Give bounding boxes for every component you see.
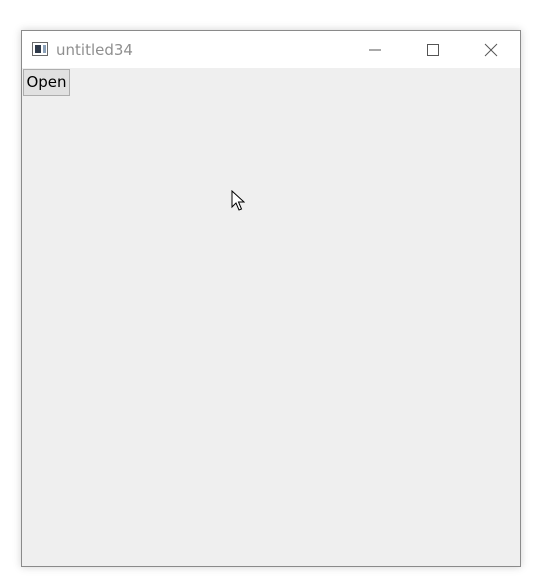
window-content: Open	[22, 68, 520, 566]
close-button[interactable]	[462, 31, 520, 68]
minimize-icon	[369, 49, 381, 50]
close-icon	[484, 43, 498, 56]
app-icon[interactable]	[32, 42, 48, 56]
window-title: untitled34	[56, 41, 133, 59]
mouse-cursor-icon	[231, 190, 245, 211]
maximize-icon	[427, 43, 439, 56]
open-button[interactable]: Open	[23, 69, 70, 96]
maximize-button[interactable]	[404, 31, 462, 68]
title-bar[interactable]: untitled34	[22, 31, 520, 68]
app-window: untitled34 Open	[21, 30, 521, 567]
minimize-button[interactable]	[346, 31, 404, 68]
